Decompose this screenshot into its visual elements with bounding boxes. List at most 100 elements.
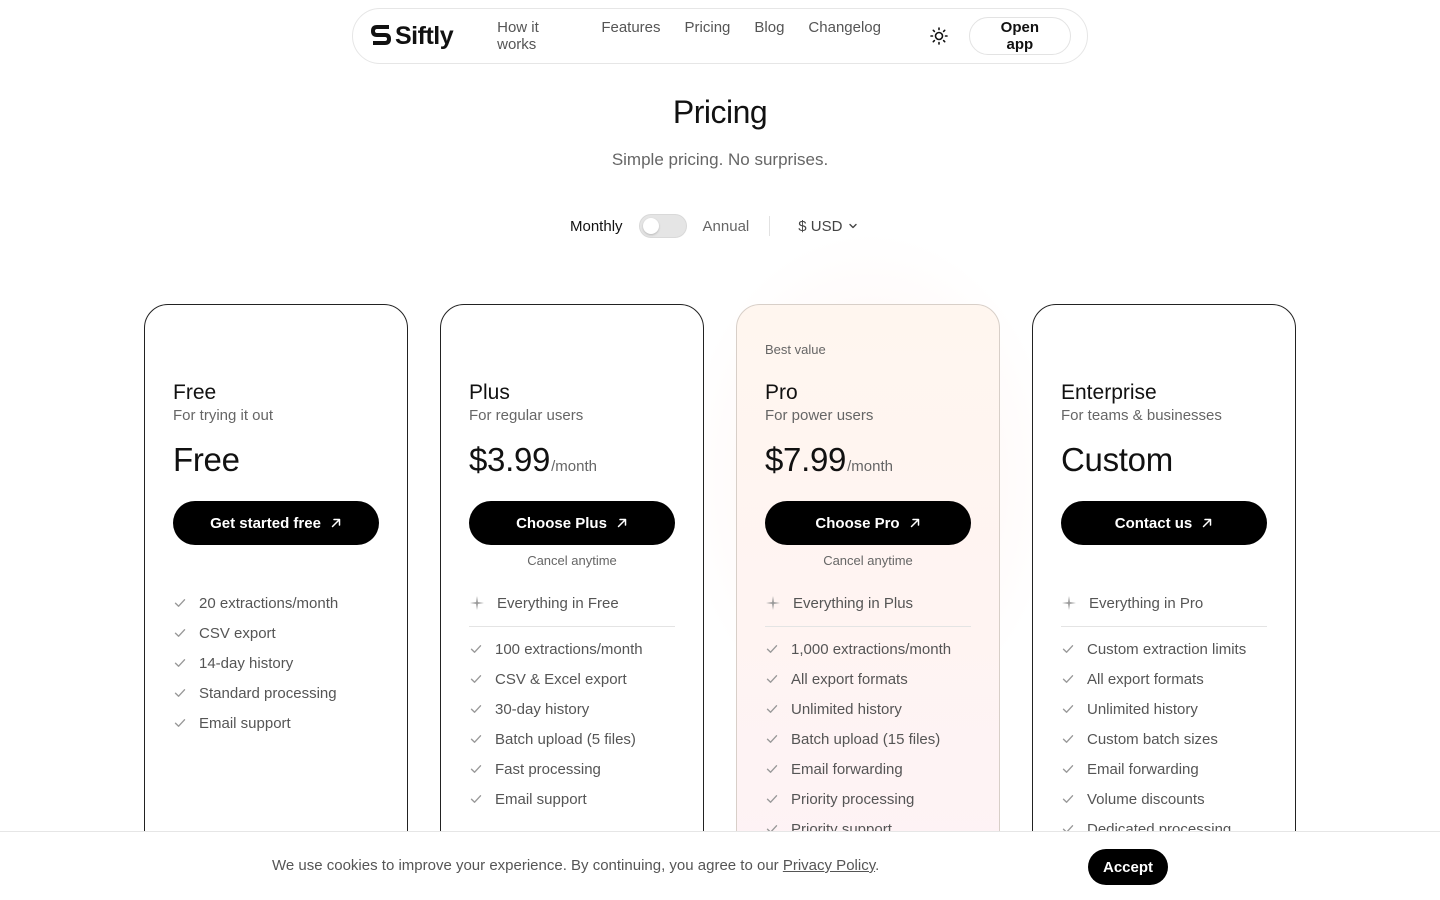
plan-price: $7.99/month [765,441,893,479]
feature-text: Everything in Pro [1089,594,1204,612]
check-icon [1062,675,1074,683]
sparkle-icon [470,596,484,610]
feature-text: All export formats [1087,670,1204,688]
nav-link-features[interactable]: Features [601,19,660,53]
pricing-card-pro: Best value Pro For power users $7.99/month C… [736,304,1000,900]
price-amount: Custom [1061,441,1173,478]
feature-item: Priority processing [765,784,971,814]
nav-link-changelog[interactable]: Changelog [808,19,881,53]
plus-cta-button[interactable]: Choose Plus [469,501,675,545]
enterprise-cta-button[interactable]: Contact us [1061,501,1267,545]
arrow-up-right-icon [1203,518,1212,528]
cta-label: Choose Pro [815,514,900,532]
feature-text: Priority processing [791,790,915,808]
price-period: /month [847,458,893,475]
check-icon [766,765,778,773]
cancel-anytime-note: Cancel anytime [527,553,617,568]
privacy-policy-link[interactable]: Privacy Policy [783,857,875,874]
feature-text: 20 extractions/month [199,594,339,612]
feature-item: CSV export [173,618,379,648]
logo[interactable]: Siftly [371,22,454,51]
nav-link-how-it-works[interactable]: How it works [497,19,577,53]
sun-icon [930,27,948,45]
feature-divider [469,626,675,627]
feature-divider [1061,626,1267,627]
feature-text: Custom batch sizes [1087,730,1218,748]
plan-name: Plus [469,381,510,404]
feature-text: CSV & Excel export [495,670,627,688]
feature-includes: Everything in Plus [765,588,971,618]
nav-link-pricing[interactable]: Pricing [685,19,731,53]
feature-text: 30-day history [495,700,590,718]
pricing-card-free: Free For trying it out Free Get started fre… [144,304,408,900]
cta-label: Contact us [1114,514,1193,532]
check-icon [1062,705,1074,713]
feature-divider [765,626,971,627]
nav-link-blog[interactable]: Blog [754,19,784,53]
feature-item: Batch upload (5 files) [469,724,675,754]
pricing-card-enterprise: Enterprise For teams & businesses Custom Co… [1032,304,1296,900]
feature-text: Custom extraction limits [1087,640,1247,658]
feature-text: Batch upload (5 files) [495,730,636,748]
feature-text: CSV export [199,624,276,642]
feature-includes: Everything in Free [469,588,675,618]
theme-toggle-button[interactable] [927,24,951,48]
feature-item: Email support [173,708,379,738]
check-icon [470,705,482,713]
plan-name: Free [173,381,217,404]
feature-item: CSV & Excel export [469,664,675,694]
feature-text: Volume discounts [1087,790,1205,808]
feature-item: 100 extractions/month [469,634,675,664]
open-app-button[interactable]: Open app [968,17,1071,55]
plan-name: Enterprise [1061,381,1157,404]
check-icon [470,735,482,743]
check-icon [174,599,186,607]
check-icon [174,689,186,697]
sparkle-icon [1062,596,1076,610]
feature-item: Unlimited history [765,694,971,724]
feature-list: Everything in Pro Custom extraction limit… [1061,588,1267,844]
cta-label: Choose Plus [516,514,607,532]
check-icon [174,659,186,667]
arrow-up-right-icon [617,518,627,528]
check-icon [1062,645,1074,653]
check-icon [174,719,186,727]
accept-cookies-button[interactable]: Accept [1088,849,1168,885]
check-icon [1062,795,1074,803]
arrow-up-right-icon [910,518,919,528]
cancel-anytime-note: Cancel anytime [823,553,913,568]
feature-item: 30-day history [469,694,675,724]
cookie-banner: We use cookies to improve your experienc… [0,831,1440,900]
nav-links: How it works Features Pricing Blog Chang… [497,19,881,53]
plan-description: For regular users [469,407,584,424]
check-icon [470,645,482,653]
cookie-period: . [875,857,880,874]
free-cta-button[interactable]: Get started free [173,501,379,545]
feature-text: Email support [199,714,291,732]
feature-item: Fast processing [469,754,675,784]
check-icon [1062,735,1074,743]
feature-text: 14-day history [199,654,294,672]
feature-text: Everything in Plus [793,594,914,612]
feature-text: 1,000 extractions/month [791,640,952,658]
feature-item: Custom batch sizes [1061,724,1267,754]
pro-cta-button[interactable]: Choose Pro [765,501,971,545]
check-icon [766,735,778,743]
feature-list: Everything in Plus 1,000 extractions/mont… [765,588,971,844]
check-icon [470,765,482,773]
feature-item: Batch upload (15 files) [765,724,971,754]
price-amount: $3.99 [469,441,551,478]
feature-text: Unlimited history [1087,700,1198,718]
feature-includes: Everything in Pro [1061,588,1267,618]
plan-description: For power users [765,407,874,424]
feature-text: Everything in Free [497,594,619,612]
sparkle-icon [766,596,780,610]
check-icon [1062,765,1074,773]
price-period: /month [551,458,597,475]
plan-description: For trying it out [173,407,274,424]
plan-price: Free [173,441,240,479]
feature-item: Unlimited history [1061,694,1267,724]
billing-monthly-label[interactable]: Monthly [570,218,623,235]
arrow-up-right-icon [331,518,341,528]
feature-text: Fast processing [495,760,601,778]
